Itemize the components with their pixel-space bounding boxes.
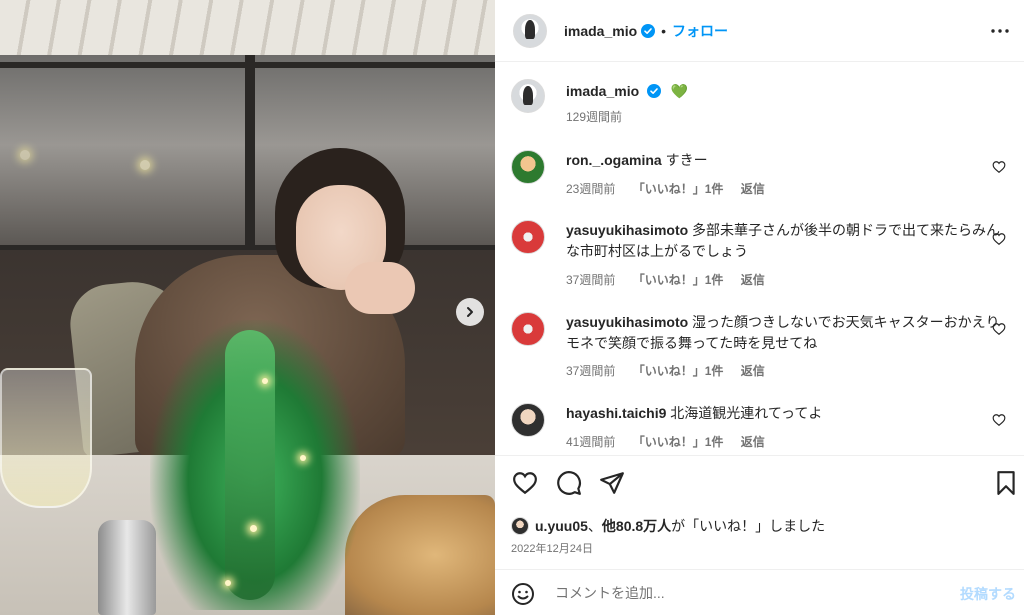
- caption-username[interactable]: imada_mio: [566, 83, 639, 99]
- comment-item: ron._.ogamina すきー 23週間前 「いいね！」1件 返信: [511, 150, 1008, 200]
- save-icon[interactable]: [993, 470, 1019, 496]
- comment-username[interactable]: yasuyukihasimoto: [566, 314, 688, 330]
- comment-input[interactable]: [555, 582, 935, 604]
- caption-row: imada_mio 💚 129週間前: [511, 79, 1008, 129]
- comment-time: 37週間前: [566, 273, 616, 287]
- likes-summary: u.yuu05 、 他80.8万人 が「いいね！」しました: [511, 516, 825, 536]
- post-photo[interactable]: [0, 0, 495, 615]
- share-icon[interactable]: [599, 470, 625, 496]
- photo-tree-light: [250, 525, 257, 532]
- caption-emoji: 💚: [670, 83, 689, 99]
- likes-suffix: が「いいね！」しました: [671, 518, 826, 534]
- heart-icon[interactable]: [992, 322, 1006, 336]
- comment-item: yasuyukihasimoto 湿った顔つきしないでお天気キャスターおかえりモ…: [511, 312, 1008, 384]
- author-username[interactable]: imada_mio: [564, 23, 637, 39]
- comment-time: 37週間前: [566, 364, 616, 378]
- comment-text: yasuyukihasimoto 多部未華子さんが後半の朝ドラで出て来たらみんな…: [566, 220, 1006, 262]
- reply-button[interactable]: 返信: [741, 182, 765, 196]
- commenter-avatar[interactable]: [511, 220, 545, 254]
- comment-meta: 23週間前 「いいね！」1件 返信: [566, 180, 779, 197]
- reply-button[interactable]: 返信: [741, 435, 765, 449]
- next-photo-button[interactable]: [456, 298, 484, 326]
- photo-bg-light: [140, 160, 150, 170]
- post-actions: u.yuu05 、 他80.8万人 が「いいね！」しました 2022年12月24…: [495, 455, 1024, 569]
- comment-meta: 41週間前 「いいね！」1件 返信: [566, 433, 779, 450]
- separator-dot: •: [661, 22, 667, 39]
- reply-button[interactable]: 返信: [741, 364, 765, 378]
- photo-wine-glass: [0, 368, 92, 508]
- photo-shaker: [98, 520, 156, 615]
- post-side-panel: imada_mio • フォロー imada_mio 💚 129週間前 ron.…: [495, 0, 1024, 615]
- caption-meta: 129週間前: [566, 108, 636, 125]
- caption-time: 129週間前: [566, 110, 623, 124]
- comment-like-count[interactable]: 「いいね！」1件: [633, 182, 724, 196]
- post-header: imada_mio • フォロー: [495, 0, 1024, 62]
- comment-meta: 37週間前 「いいね！」1件 返信: [566, 362, 779, 379]
- photo-tree-light: [300, 455, 306, 461]
- commenter-avatar[interactable]: [511, 403, 545, 437]
- post-comment-button[interactable]: 投稿する: [960, 584, 1016, 604]
- heart-icon[interactable]: [512, 470, 538, 496]
- photo-window-frame: [245, 55, 255, 255]
- photo-bread-basket: [345, 495, 495, 615]
- comment-text: hayashi.taichi9 北海道観光連れてってよ: [566, 403, 1006, 424]
- photo-mini-tree-core: [225, 330, 275, 600]
- photo-tree-light: [262, 378, 268, 384]
- author-avatar[interactable]: [513, 13, 547, 48]
- emoji-icon[interactable]: [511, 582, 535, 606]
- caption-text: imada_mio 💚: [566, 81, 1006, 102]
- liker-avatar[interactable]: [511, 517, 529, 535]
- comment-like-count[interactable]: 「いいね！」1件: [633, 273, 724, 287]
- comment-body: 北海道観光連れてってよ: [670, 405, 823, 421]
- likes-separator: 、: [587, 518, 602, 534]
- comment-body: すきー: [665, 152, 708, 168]
- likes-count[interactable]: 他80.8万人: [602, 516, 671, 536]
- verified-badge-icon: [641, 23, 656, 38]
- reply-button[interactable]: 返信: [741, 273, 765, 287]
- photo-ceiling: [0, 0, 495, 60]
- comment-text: ron._.ogamina すきー: [566, 150, 1006, 171]
- comment-text: yasuyukihasimoto 湿った顔つきしないでお天気キャスターおかえりモ…: [566, 312, 1006, 354]
- comment-time: 23週間前: [566, 182, 616, 196]
- author-avatar[interactable]: [511, 79, 545, 113]
- commenter-avatar[interactable]: [511, 312, 545, 346]
- photo-tree-light: [225, 580, 231, 586]
- comment-icon[interactable]: [556, 470, 582, 496]
- more-options-icon[interactable]: [990, 21, 1010, 41]
- liker-username[interactable]: u.yuu05: [535, 518, 588, 534]
- comment-meta: 37週間前 「いいね！」1件 返信: [566, 271, 779, 288]
- comment-username[interactable]: ron._.ogamina: [566, 152, 662, 168]
- add-comment-bar: 投稿する: [495, 569, 1024, 615]
- verified-badge-icon: [647, 84, 662, 98]
- comment-username[interactable]: yasuyukihasimoto: [566, 222, 688, 238]
- heart-icon[interactable]: [992, 160, 1006, 174]
- comment-time: 41週間前: [566, 435, 616, 449]
- heart-icon[interactable]: [992, 413, 1006, 427]
- comment-item: yasuyukihasimoto 多部未華子さんが後半の朝ドラで出て来たらみんな…: [511, 220, 1008, 292]
- chevron-right-icon: [467, 307, 473, 317]
- commenter-avatar[interactable]: [511, 150, 545, 184]
- photo-person-hand: [345, 262, 415, 314]
- comments-list[interactable]: imada_mio 💚 129週間前 ron._.ogamina すきー 23週…: [495, 62, 1024, 455]
- comment-like-count[interactable]: 「いいね！」1件: [633, 364, 724, 378]
- photo-bg-light: [20, 150, 30, 160]
- comment-username[interactable]: hayashi.taichi9: [566, 405, 666, 421]
- heart-icon[interactable]: [992, 232, 1006, 246]
- comment-like-count[interactable]: 「いいね！」1件: [633, 435, 724, 449]
- post-date: 2022年12月24日: [511, 543, 593, 555]
- follow-button[interactable]: フォロー: [672, 21, 728, 41]
- comment-item: hayashi.taichi9 北海道観光連れてってよ 41週間前 「いいね！」…: [511, 403, 1008, 453]
